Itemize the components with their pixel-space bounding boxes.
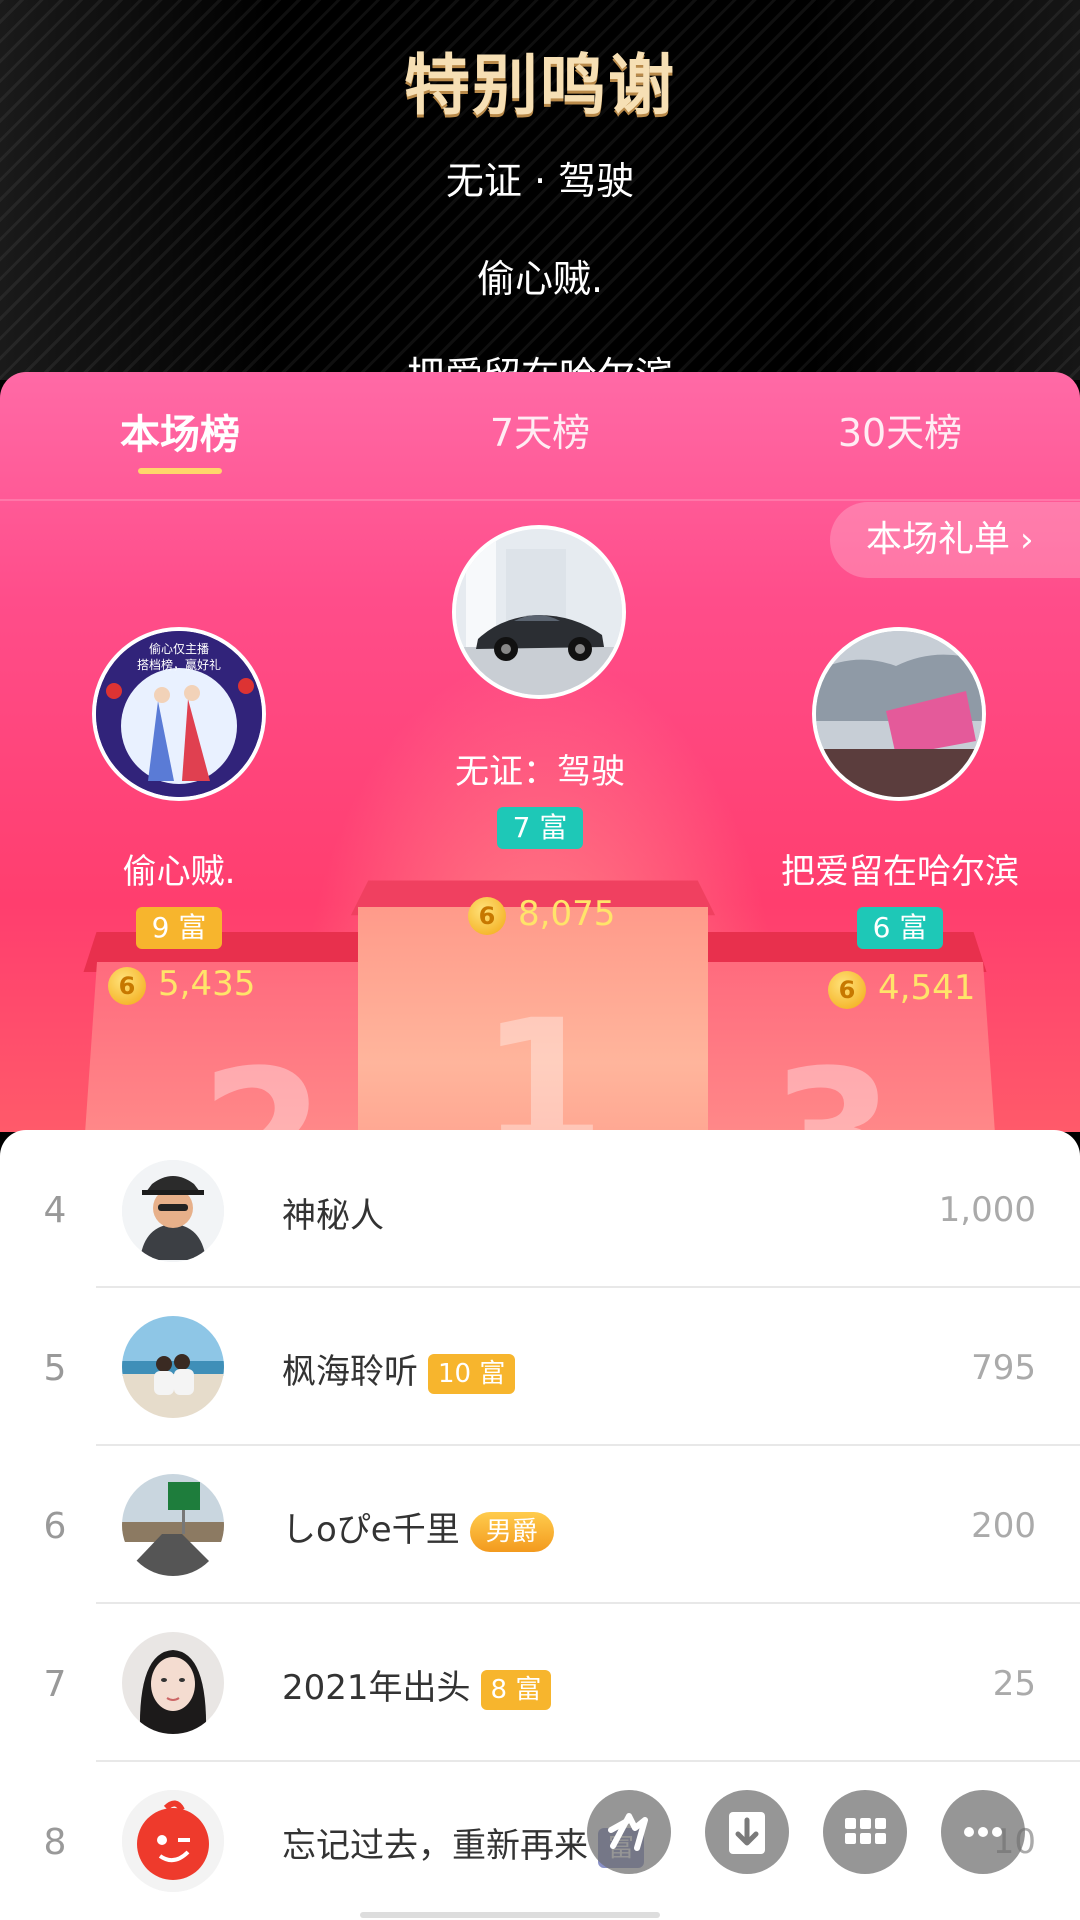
credits-title: 特别鸣谢 bbox=[404, 47, 676, 124]
avatar[interactable] bbox=[122, 1474, 224, 1576]
leaderboard-panel: 本场榜 7天榜 30天榜 本场礼单› 1 2 3 无证：驾驶 7 富 6 8,07… bbox=[0, 372, 1080, 1132]
wealth-badge: 8 富 bbox=[480, 1669, 552, 1710]
red-face-icon bbox=[122, 1790, 224, 1892]
third-wealth-badge: 6 富 bbox=[857, 907, 943, 949]
tab-divider bbox=[0, 499, 1080, 501]
rank-number: 5 bbox=[43, 1348, 67, 1389]
second-coins-value: 5,435 bbox=[158, 964, 256, 1004]
more-icon[interactable] bbox=[941, 1790, 1025, 1874]
avatar[interactable] bbox=[122, 1790, 224, 1892]
third-coins: 6 4,541 bbox=[828, 966, 975, 1010]
list-item[interactable]: 7 2021年出头 8 富 25 bbox=[0, 1604, 1080, 1762]
flag-crowd-image bbox=[816, 631, 982, 797]
download-icon[interactable] bbox=[705, 1790, 789, 1874]
wealth-badge: 10 富 bbox=[428, 1353, 516, 1394]
mystery-man-icon bbox=[122, 1160, 224, 1262]
credits-banner: 特别鸣谢 无证 · 驾驶 偷心贼. 把爱留在哈尔滨 bbox=[0, 0, 1080, 380]
score: 25 bbox=[992, 1664, 1036, 1704]
tab-bar: 本场榜 7天榜 30天榜 bbox=[0, 372, 1080, 501]
user-name-row: 2021年出头 8 富 bbox=[282, 1660, 552, 1710]
scroll-indicator bbox=[360, 1912, 660, 1918]
avatar-caption: 偷心仅主播 搭档榜，赢好礼 bbox=[136, 642, 221, 672]
avatar-second[interactable]: 偷心仅主播 搭档榜，赢好礼 bbox=[92, 627, 266, 801]
rank-number: 6 bbox=[43, 1506, 67, 1547]
grid-icon[interactable] bbox=[823, 1790, 907, 1874]
noble-badge: 男爵 bbox=[469, 1511, 554, 1552]
bolt-icon[interactable] bbox=[587, 1790, 671, 1874]
chevron-right-icon: › bbox=[1020, 520, 1034, 560]
user-name: 枫海聆听 bbox=[282, 1352, 418, 1392]
second-coins: 6 5,435 bbox=[108, 962, 255, 1006]
avatar[interactable] bbox=[122, 1632, 224, 1734]
third-name: 把爱留在哈尔滨 bbox=[781, 852, 1019, 892]
user-name-row: 枫海聆听 10 富 bbox=[282, 1344, 516, 1394]
user-name: 2021年出头 bbox=[282, 1668, 471, 1708]
list-item[interactable]: 5 枫海聆听 10 富 795 bbox=[0, 1288, 1080, 1446]
coin-icon: 6 bbox=[108, 966, 146, 1005]
avatar[interactable] bbox=[122, 1160, 224, 1262]
avatar[interactable] bbox=[122, 1316, 224, 1418]
credit-line-2: 偷心贼. bbox=[476, 257, 604, 301]
avatar-first[interactable] bbox=[452, 525, 626, 699]
list-item[interactable]: 8 忘记过去，重新再来富 10 bbox=[0, 1762, 1080, 1920]
first-name: 无证：驾驶 bbox=[455, 752, 625, 792]
rank-number: 8 bbox=[43, 1822, 67, 1863]
coin-icon: 6 bbox=[828, 970, 866, 1009]
rank-number: 4 bbox=[43, 1190, 67, 1231]
user-name: しoぴe千里 bbox=[282, 1510, 460, 1550]
podium-number-1: 1 bbox=[480, 982, 606, 1132]
score: 1,000 bbox=[938, 1190, 1036, 1230]
tab-30-days[interactable]: 30天榜 bbox=[750, 402, 1050, 457]
avatar-third[interactable] bbox=[812, 627, 986, 801]
woman-portrait-image bbox=[122, 1632, 224, 1734]
second-name: 偷心贼. bbox=[122, 852, 236, 892]
second-wealth-badge: 9 富 bbox=[136, 907, 222, 949]
podium-number-2: 2 bbox=[200, 1032, 325, 1132]
user-name: 忘记过去，重新再来 bbox=[282, 1826, 588, 1866]
user-name: 神秘人 bbox=[282, 1196, 384, 1236]
beach-couple-image bbox=[122, 1316, 224, 1418]
gift-list-button[interactable]: 本场礼单 › bbox=[830, 502, 1080, 578]
highway-image bbox=[122, 1474, 224, 1576]
coin-icon: 6 bbox=[468, 896, 506, 935]
first-coins-value: 8,075 bbox=[518, 894, 616, 934]
podium-number-3: 3 bbox=[770, 1032, 895, 1132]
ranking-list: 4 神秘人 1,000 5 枫海聆听 10 富 795 6 しoぴe千里 男爵 … bbox=[0, 1130, 1080, 1920]
gift-list-label: 本场礼单 bbox=[866, 519, 1011, 560]
car-image bbox=[456, 529, 622, 695]
rank-number: 7 bbox=[43, 1664, 67, 1705]
user-name-row: しoぴe千里 男爵 bbox=[282, 1502, 554, 1552]
first-wealth-badge: 7 富 bbox=[497, 807, 583, 849]
credit-line-1: 无证 · 驾驶 bbox=[445, 159, 635, 203]
list-item[interactable]: 6 しoぴe千里 男爵 200 bbox=[0, 1446, 1080, 1604]
third-coins-value: 4,541 bbox=[878, 968, 976, 1008]
score: 200 bbox=[971, 1506, 1036, 1546]
list-item[interactable]: 4 神秘人 1,000 bbox=[0, 1130, 1080, 1288]
first-coins: 6 8,075 bbox=[468, 892, 615, 936]
score: 795 bbox=[971, 1348, 1036, 1388]
tab-7-days[interactable]: 7天榜 bbox=[390, 402, 690, 457]
tab-this-session[interactable]: 本场榜 bbox=[30, 402, 330, 460]
active-tab-indicator bbox=[138, 468, 222, 474]
